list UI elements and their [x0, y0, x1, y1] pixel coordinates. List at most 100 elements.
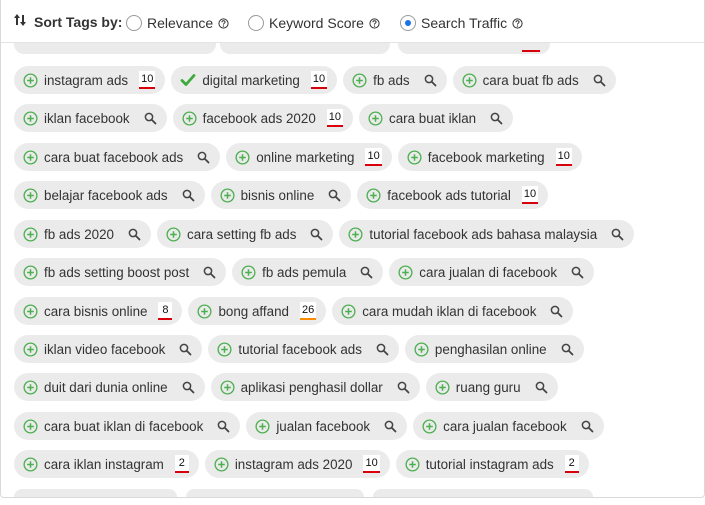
- keyword-tag[interactable]: online marketing 10: [226, 143, 392, 171]
- search-icon[interactable]: [593, 74, 606, 87]
- radio-keyword-score[interactable]: [248, 15, 264, 31]
- add-circle-icon[interactable]: [182, 110, 197, 126]
- keyword-tag[interactable]: penghasilan online: [404, 335, 584, 363]
- add-circle-icon[interactable]: [23, 379, 38, 395]
- radio-search-traffic[interactable]: [400, 15, 416, 31]
- keyword-tag[interactable]: aplikasi penghasil dollar: [210, 373, 420, 401]
- add-circle-icon[interactable]: [197, 303, 213, 319]
- keyword-tag[interactable]: fb ads: [343, 66, 447, 94]
- add-circle-icon[interactable]: [462, 72, 477, 88]
- search-icon[interactable]: [571, 266, 584, 279]
- search-icon[interactable]: [490, 112, 503, 125]
- keyword-tag[interactable]: cara setting fb ads: [157, 220, 334, 248]
- add-circle-icon[interactable]: [23, 110, 38, 126]
- keyword-tag[interactable]: cara buat iklan: [359, 104, 514, 132]
- help-icon[interactable]: [218, 17, 229, 29]
- add-circle-icon[interactable]: [214, 456, 229, 472]
- keyword-tag[interactable]: cara buat iklan di facebook: [14, 412, 241, 440]
- keyword-tag[interactable]: jualan facebook: [246, 412, 408, 440]
- add-circle-icon[interactable]: [241, 264, 256, 280]
- keyword-tag[interactable]: tutorial facebook ads: [208, 335, 399, 363]
- keyword-tag[interactable]: cara bisnis online 8: [14, 297, 183, 325]
- add-circle-icon[interactable]: [220, 379, 235, 395]
- add-circle-icon[interactable]: [217, 341, 232, 357]
- keyword-tag[interactable]: tutorial instagram ads 2: [395, 450, 589, 478]
- keyword-tag[interactable]: instagram ads 10: [14, 66, 166, 94]
- keyword-tag[interactable]: cara buat fb ads: [452, 66, 616, 94]
- keyword-tag[interactable]: bong affand 26: [188, 297, 327, 325]
- add-circle-icon[interactable]: [352, 72, 367, 88]
- search-icon[interactable]: [397, 381, 410, 394]
- sort-option-relevance[interactable]: Relevance: [126, 13, 229, 33]
- keyword-tag[interactable]: fb ads setting boost post: [14, 258, 227, 286]
- keyword-tag[interactable]: facebook ads 2020 10: [172, 104, 354, 132]
- check-icon[interactable]: [180, 72, 196, 88]
- add-circle-icon[interactable]: [23, 418, 38, 434]
- search-icon[interactable]: [611, 228, 624, 241]
- search-icon[interactable]: [561, 343, 574, 356]
- keyword-tag[interactable]: digital marketing 10: [171, 66, 338, 94]
- add-circle-icon[interactable]: [348, 226, 363, 242]
- keyword-tag[interactable]: tutorial facebook ads bahasa malaysia: [339, 220, 635, 248]
- search-icon[interactable]: [182, 189, 195, 202]
- search-icon[interactable]: [310, 228, 323, 241]
- search-icon[interactable]: [535, 381, 548, 394]
- add-circle-icon[interactable]: [422, 418, 437, 434]
- keyword-tag[interactable]: iklan facebook: [14, 104, 167, 132]
- add-circle-icon[interactable]: [414, 341, 429, 357]
- add-circle-icon[interactable]: [23, 187, 38, 203]
- keyword-tag[interactable]: cara jualan di facebook: [389, 258, 595, 286]
- add-circle-icon[interactable]: [235, 149, 250, 165]
- search-icon[interactable]: [328, 189, 341, 202]
- keyword-tag[interactable]: fb ads 2020: [14, 220, 151, 248]
- search-icon[interactable]: [384, 420, 397, 433]
- sort-option-search-traffic[interactable]: Search Traffic: [400, 13, 523, 33]
- keyword-tag[interactable]: facebook ads tutorial 10: [357, 181, 549, 209]
- keyword-tag[interactable]: iklan video facebook: [14, 335, 203, 363]
- search-icon[interactable]: [550, 305, 563, 318]
- search-icon[interactable]: [182, 381, 195, 394]
- radio-relevance[interactable]: [126, 15, 142, 31]
- search-icon[interactable]: [179, 343, 192, 356]
- add-circle-icon[interactable]: [341, 303, 356, 319]
- add-circle-icon[interactable]: [23, 149, 38, 165]
- add-circle-icon[interactable]: [366, 187, 381, 203]
- add-circle-icon[interactable]: [23, 341, 38, 357]
- search-icon[interactable]: [376, 343, 389, 356]
- keyword-tag[interactable]: cara mudah iklan di facebook: [332, 297, 574, 325]
- keyword-tag[interactable]: cara buat facebook ads: [14, 143, 221, 171]
- add-circle-icon[interactable]: [368, 110, 383, 126]
- keyword-tag[interactable]: facebook marketing 10: [397, 143, 582, 171]
- keyword-tag[interactable]: duit dari dunia online: [14, 373, 205, 401]
- add-circle-icon[interactable]: [23, 72, 38, 88]
- add-circle-icon[interactable]: [23, 456, 38, 472]
- search-icon[interactable]: [197, 151, 210, 164]
- help-icon[interactable]: [369, 17, 380, 29]
- keyword-tag[interactable]: fb ads pemula: [232, 258, 384, 286]
- keyword-tag[interactable]: ruang guru: [425, 373, 558, 401]
- add-circle-icon[interactable]: [23, 264, 38, 280]
- add-circle-icon[interactable]: [23, 226, 38, 242]
- add-circle-icon[interactable]: [166, 226, 181, 242]
- search-icon[interactable]: [128, 228, 141, 241]
- search-icon[interactable]: [360, 266, 373, 279]
- keyword-tag[interactable]: instagram ads 2020 10: [204, 450, 390, 478]
- search-icon[interactable]: [581, 420, 594, 433]
- add-circle-icon[interactable]: [405, 456, 420, 472]
- keyword-tag[interactable]: belajar facebook ads: [14, 181, 205, 209]
- add-circle-icon[interactable]: [407, 149, 422, 165]
- add-circle-icon[interactable]: [23, 303, 38, 319]
- add-circle-icon[interactable]: [255, 418, 270, 434]
- add-circle-icon[interactable]: [398, 264, 413, 280]
- add-circle-icon[interactable]: [220, 187, 235, 203]
- search-icon[interactable]: [424, 74, 437, 87]
- keyword-tag[interactable]: bisnis online: [210, 181, 352, 209]
- search-icon[interactable]: [144, 112, 157, 125]
- keyword-tag[interactable]: cara jualan facebook: [413, 412, 604, 440]
- sort-option-keyword-score[interactable]: Keyword Score: [248, 13, 380, 33]
- add-circle-icon[interactable]: [435, 379, 450, 395]
- search-icon[interactable]: [203, 266, 216, 279]
- help-icon[interactable]: [512, 17, 523, 29]
- search-icon[interactable]: [217, 420, 230, 433]
- keyword-tag[interactable]: cara iklan instagram 2: [14, 450, 199, 478]
